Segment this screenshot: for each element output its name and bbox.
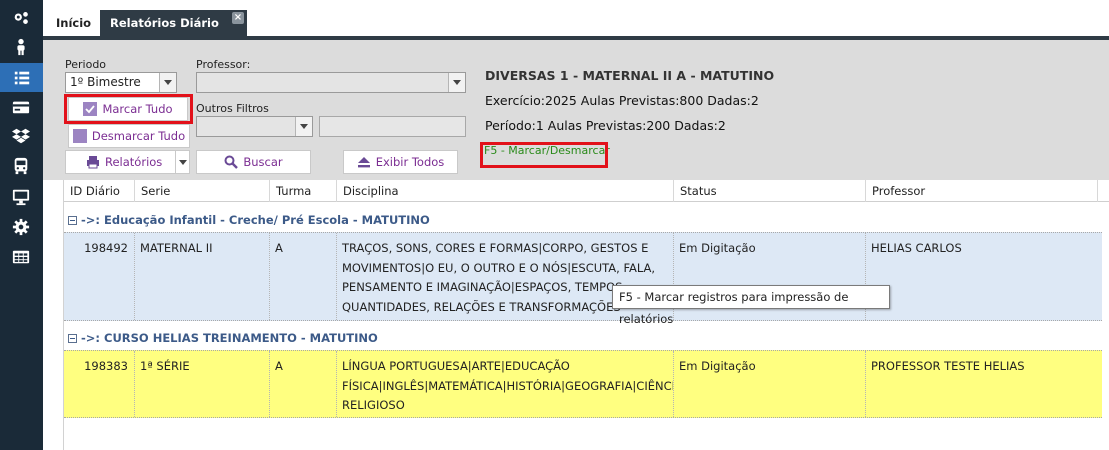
outros-filtros-select[interactable] <box>196 116 313 137</box>
cell-disciplina: LÍNGUA PORTUGUESA|ARTE|EDUCAÇÃO FÍSICA|I… <box>337 351 674 417</box>
tooltip: F5 - Marcar registros para impressão de … <box>612 285 890 326</box>
column-professor[interactable]: Professor <box>866 180 1098 202</box>
column-id-diario[interactable]: ID Diário <box>64 180 135 202</box>
professor-label: Professor: <box>196 58 251 71</box>
desmarcar-tudo-button[interactable]: Desmarcar Tudo <box>68 124 190 148</box>
cell-status: Em Digitação <box>674 351 866 417</box>
exibir-todos-button[interactable]: Exibir Todos <box>343 150 458 174</box>
diario-title: DIVERSAS 1 - MATERNAL II A - MATUTINO <box>485 68 775 83</box>
column-turma[interactable]: Turma <box>270 180 337 202</box>
cell-serie: MATERNAL II <box>135 233 270 320</box>
person-icon[interactable] <box>11 37 31 57</box>
desmarcar-tudo-label: Desmarcar Tudo <box>91 129 186 143</box>
relatorios-dropdown[interactable] <box>175 151 189 173</box>
printer-icon <box>86 155 100 169</box>
collapse-icon[interactable] <box>68 216 77 225</box>
card-icon[interactable] <box>11 97 31 117</box>
buscar-button[interactable]: Buscar <box>196 150 311 174</box>
grid-header: ID Diário Serie Turma Disciplina Status … <box>64 180 1109 202</box>
tab-bar: Início Relatórios Diário × <box>43 0 1109 40</box>
exercicio-info: Exercício:2025 Aulas Previstas:800 Dadas… <box>485 93 759 108</box>
search-icon <box>224 155 239 169</box>
close-icon[interactable]: × <box>231 12 244 24</box>
group-row[interactable]: ->: CURSO HELIAS TREINAMENTO - MATUTINO <box>64 327 1109 349</box>
cell-professor: PROFESSOR TESTE HELIAS <box>871 359 1025 373</box>
highlight-box-f5 <box>480 142 608 168</box>
periodo-select[interactable]: 1º Bimestre <box>65 72 177 93</box>
table-row[interactable]: 198383 1ª SÉRIE A LÍNGUA PORTUGUESA|ARTE… <box>64 350 1102 418</box>
diario-grid: ID Diário Serie Turma Disciplina Status … <box>63 180 1109 450</box>
periodo-info: Período:1 Aulas Previstas:200 Dadas:2 <box>485 118 726 133</box>
cell-id: 198492 <box>64 233 135 320</box>
cell-serie: 1ª SÉRIE <box>135 351 270 417</box>
monitor-icon[interactable] <box>11 187 31 207</box>
tab-inicio[interactable]: Início <box>46 10 102 36</box>
periodo-label: Periodo <box>65 58 107 71</box>
exibir-todos-label: Exibir Todos <box>375 155 445 169</box>
outros-filtros-label: Outros Filtros <box>196 102 269 115</box>
gear-icon[interactable] <box>11 217 31 237</box>
list-icon[interactable] <box>0 63 43 92</box>
cell-id: 198383 <box>64 351 135 417</box>
outros-filtros-input[interactable] <box>319 116 466 137</box>
buscar-label: Buscar <box>243 155 283 169</box>
filter-panel: Periodo 1º Bimestre Professor: Outros Fi… <box>43 40 1109 180</box>
caret-down-icon <box>179 160 187 165</box>
chevron-down-icon[interactable] <box>159 73 176 92</box>
group-row[interactable]: ->: Educação Infantil - Creche/ Pré Esco… <box>64 209 1109 231</box>
bus-icon[interactable] <box>11 156 31 176</box>
cell-turma: A <box>270 233 337 320</box>
chevron-down-icon[interactable] <box>295 117 312 136</box>
tab-label: Relatórios Diário <box>110 16 219 30</box>
column-disciplina[interactable]: Disciplina <box>337 180 674 202</box>
relatorios-button[interactable]: Relatórios <box>65 150 190 174</box>
gears-icon[interactable] <box>11 8 31 28</box>
table-row[interactable]: 198492 MATERNAL II A TRAÇOS, SONS, CORES… <box>64 232 1102 321</box>
chevron-down-icon[interactable] <box>448 73 465 92</box>
eject-icon <box>357 155 371 169</box>
tab-relatorios-diario[interactable]: Relatórios Diário × <box>100 10 247 36</box>
periodo-value: 1º Bimestre <box>70 75 141 89</box>
relatorios-label: Relatórios <box>105 155 163 169</box>
column-status[interactable]: Status <box>674 180 866 202</box>
cell-professor: HELIAS CARLOS <box>871 241 962 255</box>
column-serie[interactable]: Serie <box>135 180 270 202</box>
icon-sidebar <box>0 0 43 450</box>
group-label: ->: Educação Infantil - Creche/ Pré Esco… <box>81 213 430 227</box>
checkbox-empty-icon <box>72 129 87 143</box>
dropbox-icon[interactable] <box>11 126 31 146</box>
highlight-box-marcar <box>64 94 193 124</box>
cell-turma: A <box>270 351 337 417</box>
collapse-icon[interactable] <box>68 334 77 343</box>
table-icon[interactable] <box>11 247 31 267</box>
professor-select[interactable] <box>196 72 466 93</box>
group-label: ->: CURSO HELIAS TREINAMENTO - MATUTINO <box>81 331 378 345</box>
